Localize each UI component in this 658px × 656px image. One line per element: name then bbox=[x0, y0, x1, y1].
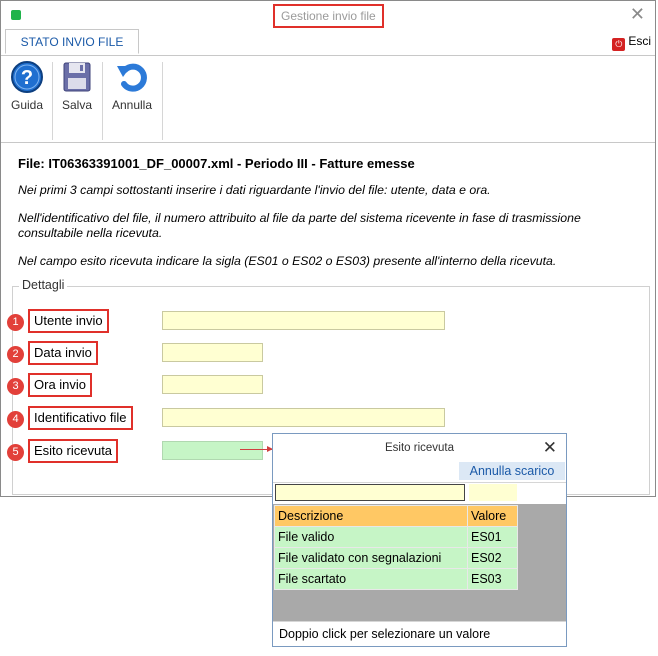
toolbar: ? Guida Salva Annulla bbox=[1, 56, 655, 143]
table-header-row: Descrizione Valore bbox=[274, 505, 518, 527]
table-row[interactable]: File validato con segnalazioni ES02 bbox=[274, 547, 518, 569]
save-label: Salva bbox=[61, 98, 93, 112]
descrizione-cell[interactable]: File scartato bbox=[274, 568, 468, 590]
annulla-scarico-button[interactable]: Annulla scarico bbox=[459, 462, 565, 480]
instruction-paragraph: Nell'identificativo del file, il numero … bbox=[18, 211, 581, 240]
toolbar-divider bbox=[102, 62, 103, 140]
help-icon: ? bbox=[11, 61, 43, 93]
identificativo-file-field[interactable] bbox=[162, 408, 445, 427]
svg-text:?: ? bbox=[21, 67, 33, 89]
column-header-valore[interactable]: Valore bbox=[467, 505, 518, 527]
exit-label: Esci bbox=[628, 34, 651, 48]
tab-strip: STATO INVIO FILE ⏻ Esci bbox=[1, 29, 655, 56]
exit-button[interactable]: ⏻ Esci bbox=[612, 34, 651, 51]
cancel-label: Annulla bbox=[111, 98, 153, 112]
esito-ricevuta-field[interactable] bbox=[162, 441, 263, 460]
close-icon[interactable]: ✕ bbox=[630, 5, 645, 23]
descrizione-cell[interactable]: File valido bbox=[274, 526, 468, 548]
step-number-badge: 3 bbox=[7, 378, 24, 395]
app-icon bbox=[11, 10, 21, 20]
valore-filter-input[interactable] bbox=[469, 484, 517, 501]
step-number-badge: 5 bbox=[7, 444, 24, 461]
table-row[interactable]: File valido ES01 bbox=[274, 526, 518, 548]
window-title: Gestione invio file bbox=[273, 4, 384, 28]
valore-cell[interactable]: ES02 bbox=[467, 547, 518, 569]
file-title: File: IT06363391001_DF_00007.xml - Perio… bbox=[18, 156, 415, 171]
toolbar-divider bbox=[52, 62, 53, 140]
valore-cell[interactable]: ES03 bbox=[467, 568, 518, 590]
descrizione-cell[interactable]: File validato con segnalazioni bbox=[274, 547, 468, 569]
pointer-arrow bbox=[240, 446, 273, 452]
instruction-paragraph: Nel campo esito ricevuta indicare la sig… bbox=[18, 254, 557, 268]
utente-invio-field[interactable] bbox=[162, 311, 445, 330]
close-icon[interactable]: ✕ bbox=[543, 438, 557, 458]
utente-invio-label: Utente invio bbox=[28, 309, 109, 333]
step-number-badge: 2 bbox=[7, 346, 24, 363]
data-invio-label: Data invio bbox=[28, 341, 98, 365]
popup-footer-hint: Doppio click per selezionare un valore bbox=[273, 621, 566, 646]
data-invio-field[interactable] bbox=[162, 343, 263, 362]
esito-table: Descrizione Valore File valido ES01 File… bbox=[274, 505, 518, 590]
floppy-disk-icon bbox=[63, 62, 91, 92]
main-window: Gestione invio file ✕ STATO INVIO FILE ⏻… bbox=[0, 0, 656, 497]
exit-icon: ⏻ bbox=[612, 38, 626, 51]
valore-cell[interactable]: ES01 bbox=[467, 526, 518, 548]
save-button[interactable]: Salva bbox=[57, 60, 97, 112]
help-button[interactable]: ? Guida bbox=[7, 60, 47, 112]
identificativo-file-label: Identificativo file bbox=[28, 406, 133, 430]
ora-invio-label: Ora invio bbox=[28, 373, 93, 397]
toolbar-divider bbox=[162, 62, 163, 140]
filter-row bbox=[273, 482, 566, 505]
step-number-badge: 4 bbox=[7, 411, 24, 428]
details-group-label: Dettagli bbox=[19, 278, 68, 292]
step-number-badge: 1 bbox=[7, 314, 24, 331]
esito-ricevuta-label: Esito ricevuta bbox=[28, 439, 119, 463]
instruction-paragraph: Nei primi 3 campi sottostanti inserire i… bbox=[18, 183, 491, 197]
column-header-descrizione[interactable]: Descrizione bbox=[274, 505, 468, 527]
help-label: Guida bbox=[10, 98, 44, 112]
cancel-button[interactable]: Annulla bbox=[107, 60, 157, 112]
esito-ricevuta-popup: Esito ricevuta ✕ Annulla scarico Descriz… bbox=[272, 433, 567, 647]
popup-title: Esito ricevuta bbox=[384, 442, 455, 454]
title-bar: Gestione invio file ✕ bbox=[1, 1, 655, 29]
tab-stato-invio-file[interactable]: STATO INVIO FILE bbox=[5, 29, 139, 54]
undo-arrow-icon bbox=[117, 63, 147, 92]
descrizione-filter-input[interactable] bbox=[275, 484, 465, 501]
ora-invio-field[interactable] bbox=[162, 375, 263, 394]
table-row[interactable]: File scartato ES03 bbox=[274, 568, 518, 590]
